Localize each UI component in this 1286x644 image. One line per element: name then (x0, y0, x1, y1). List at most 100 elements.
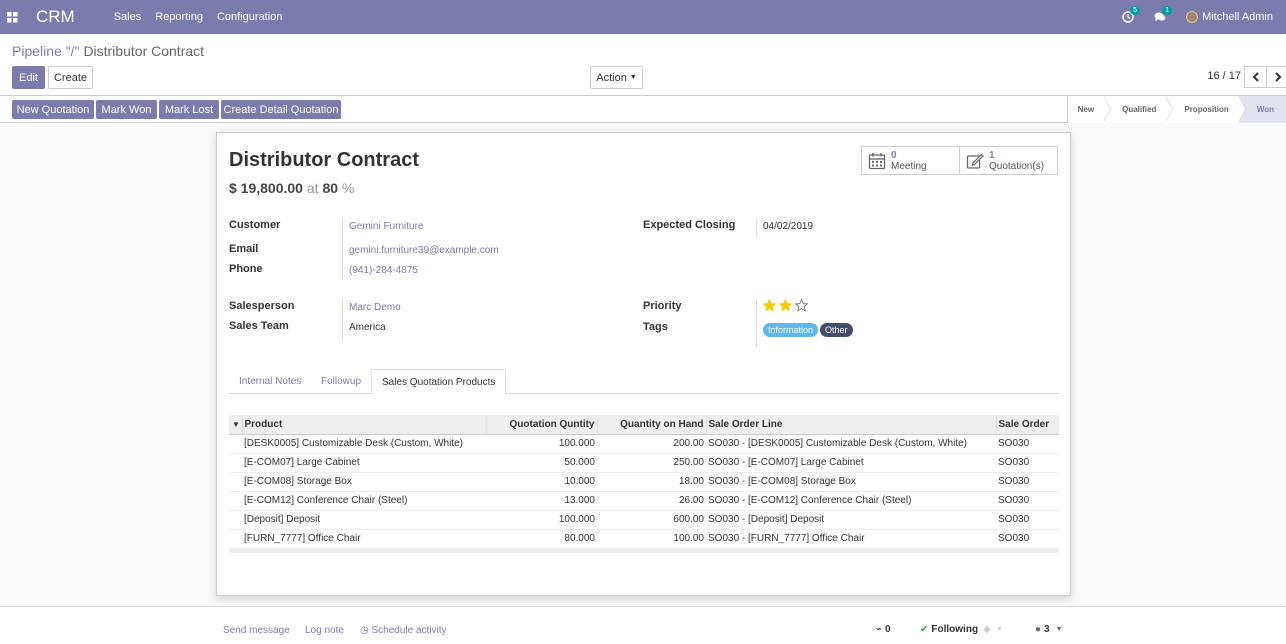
email-label: Email (229, 243, 259, 255)
caret-down-icon: ▼ (995, 626, 1003, 633)
customer-field[interactable]: Gemini Furniture (349, 221, 423, 232)
cell-sale-order-line: SO030 - [Deposit] Deposit (706, 510, 996, 530)
following-label: Following (931, 624, 979, 635)
email-field[interactable]: gemini.furniture39@example.com (349, 245, 499, 256)
pager-next-button[interactable] (1266, 66, 1286, 88)
followers-button[interactable]: ● 3 ▼ (1035, 624, 1063, 635)
notebook-tabs: Internal Notes Followup Sales Quotation … (229, 369, 1059, 395)
stage-pipeline: New Qualified Proposition Won (1066, 95, 1286, 123)
edit-button[interactable]: Edit (12, 66, 45, 89)
tab-internal-notes[interactable]: Internal Notes (229, 369, 311, 394)
table-row[interactable]: [FURN_7777] Office Chair 80.000 100.00 SO03… (229, 529, 1059, 549)
table-row[interactable]: [DESK0005] Customizable Desk (Custom, Wh… (229, 434, 1059, 454)
field-divider (342, 218, 343, 280)
cell-sale-order: SO030 (996, 491, 1059, 511)
menu-sales[interactable]: Sales (107, 11, 149, 23)
cell-quotation-quantity: 100.000 (486, 434, 597, 454)
breadcrumb-parent[interactable]: Pipeline "/" (12, 43, 80, 59)
stage-new-label: New (1077, 105, 1095, 114)
breadcrumb: Pipeline "/" Distributor Contract (12, 43, 204, 59)
check-icon: ✔ (920, 624, 929, 635)
meetings-smart-button[interactable]: 0 Meeting (861, 146, 960, 175)
probability-value: 80 (322, 180, 339, 196)
column-product[interactable]: Product (242, 415, 487, 435)
stage-qualified[interactable]: Qualified (1104, 95, 1174, 123)
column-quotation-quantity[interactable]: Quotation Quntity (486, 415, 598, 435)
avatar (1186, 11, 1199, 23)
quotations-label: Quotation(s) (989, 160, 1045, 172)
table-row[interactable]: [E-COM07] Large Cabinet 50.000 250.00 SO030… (229, 453, 1059, 473)
quotations-smart-button[interactable]: 1 Quotation(s) (959, 146, 1058, 175)
mark-lost-button[interactable]: Mark Lost (159, 100, 219, 119)
table-row[interactable]: [E-COM12] Conference Chair (Steel) 13.000… (229, 491, 1059, 511)
cell-quantity-on-hand: 26.00 (597, 491, 706, 511)
chevron-left-icon (1252, 72, 1259, 82)
table-row[interactable]: [E-COM08] Storage Box 10.000 18.00 SO030 - … (229, 472, 1059, 492)
quotations-count: 1 (989, 149, 995, 161)
bell-icon: ◆ (983, 624, 991, 635)
control-panel: Pipeline "/" Distributor Contract Edit C… (0, 34, 1286, 96)
column-toggle[interactable]: ▼ (229, 415, 243, 435)
row-spacer (229, 453, 242, 473)
cell-sale-order-line: SO030 - [E-COM07] Large Cabinet (706, 453, 996, 473)
column-sale-order[interactable]: Sale Order (996, 415, 1059, 435)
app-brand[interactable]: CRM (36, 7, 75, 27)
stage-won[interactable]: Won (1238, 96, 1286, 123)
following-button[interactable]: ✔ Following ◆ ▼ (920, 624, 1003, 635)
edit-document-icon (966, 153, 984, 169)
meetings-label: Meeting (891, 160, 927, 172)
star-filled-icon[interactable] (779, 299, 792, 312)
tag-badge[interactable]: Other (820, 323, 853, 337)
phone-field[interactable]: (941)-284-4875 (349, 265, 418, 276)
column-sale-order-line[interactable]: Sale Order Line (706, 415, 997, 435)
expected-closing-field[interactable]: 04/02/2019 (763, 221, 813, 232)
tag-badge[interactable]: Information (763, 323, 819, 337)
create-detail-quotation-button[interactable]: Create Detail Quotation (221, 100, 341, 119)
row-spacer (229, 510, 242, 530)
cell-quantity-on-hand: 600.00 (597, 510, 706, 530)
mark-won-button[interactable]: Mark Won (96, 100, 157, 119)
star-empty-icon[interactable] (795, 299, 808, 312)
log-note-button[interactable]: Log note (305, 625, 344, 636)
stage-proposition[interactable]: Proposition (1166, 95, 1246, 123)
paperclip-icon: ⌁ (876, 624, 883, 635)
send-message-button[interactable]: Send message (223, 625, 290, 636)
cell-sale-order-line: SO030 - [DESK0005] Customizable Desk (Cu… (706, 434, 996, 454)
schedule-activity-button[interactable]: ◷ Schedule activity (360, 625, 447, 636)
tab-followup[interactable]: Followup (311, 369, 371, 394)
attachments-count: 0 (885, 624, 891, 635)
field-divider (756, 218, 757, 238)
probability-percent: % (341, 180, 355, 196)
messaging-button[interactable]: 1 (1154, 6, 1172, 23)
cell-product: [FURN_7777] Office Chair (242, 529, 486, 549)
pager-previous-button[interactable] (1244, 66, 1267, 88)
table-row[interactable]: [Deposit] Deposit 100.000 600.00 SO030 - [D… (229, 510, 1059, 530)
user-name: Mitchell Admin (1202, 11, 1273, 23)
stage-new[interactable]: New (1067, 95, 1112, 123)
column-quantity-on-hand[interactable]: Quantity on Hand (597, 415, 707, 435)
cell-product: [DESK0005] Customizable Desk (Custom, Wh… (242, 434, 486, 454)
revenue-amount: $ 19,800.00 (229, 180, 303, 196)
action-dropdown[interactable]: Action ▼ (590, 66, 643, 89)
menu-configuration[interactable]: Configuration (210, 11, 289, 23)
cell-quotation-quantity: 13.000 (486, 491, 597, 511)
followers-count: 3 (1044, 624, 1050, 635)
clock-icon: ◷ (360, 625, 369, 636)
create-button[interactable]: Create (48, 66, 93, 89)
menu-reporting[interactable]: Reporting (148, 11, 210, 23)
activity-button[interactable]: 5 (1122, 6, 1140, 23)
caret-down-icon: ▼ (629, 74, 637, 81)
meetings-count: 0 (891, 149, 897, 161)
cell-sale-order: SO030 (996, 453, 1059, 473)
new-quotation-button[interactable]: New Quotation (12, 100, 94, 119)
cell-quotation-quantity: 10.000 (486, 472, 597, 492)
attachments-button[interactable]: ⌁ 0 (876, 624, 891, 635)
sales-team-field[interactable]: America (349, 322, 386, 333)
salesperson-field[interactable]: Marc Demo (349, 302, 401, 313)
user-menu[interactable]: Mitchell Admin (1186, 11, 1273, 23)
star-filled-icon[interactable] (763, 299, 776, 312)
statusbar: New Quotation Mark Won Mark Lost Create … (0, 95, 1286, 123)
apps-menu-icon[interactable] (0, 0, 24, 34)
cell-product: [E-COM08] Storage Box (242, 472, 486, 492)
tab-sales-quotation-products[interactable]: Sales Quotation Products (371, 369, 507, 395)
